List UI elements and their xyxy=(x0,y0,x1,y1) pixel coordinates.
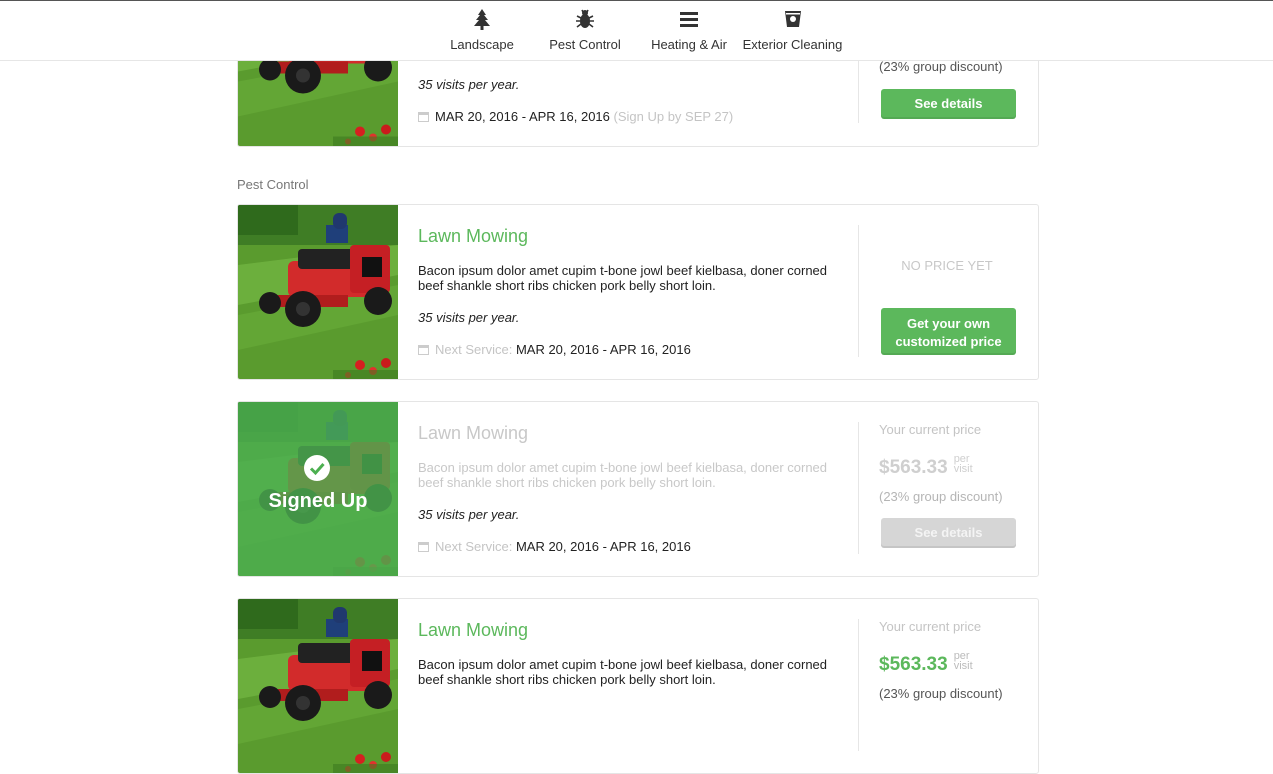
bug-icon xyxy=(548,9,622,33)
next-service: Next Service: MAR 20, 2016 - APR 16, 201… xyxy=(418,539,691,554)
get-customized-price-button[interactable]: Get your own customized price xyxy=(881,308,1016,355)
next-service-label: Next Service: xyxy=(435,539,513,554)
visits-text: 35 visits per year. xyxy=(418,77,520,92)
service-title[interactable]: Lawn Mowing xyxy=(418,423,528,444)
group-discount: (23% group discount) xyxy=(879,686,1003,701)
price-value: $563.33 xyxy=(879,654,948,675)
date-range-value: MAR 20, 2016 - APR 16, 2016 xyxy=(515,539,691,554)
nav-landscape[interactable]: Landscape xyxy=(449,9,515,52)
nav-label: Heating & Air xyxy=(651,37,727,52)
nav-heating-air[interactable]: Heating & Air xyxy=(650,9,728,52)
service-title[interactable]: Lawn Mowing xyxy=(418,226,528,247)
nav-label: Exterior Cleaning xyxy=(742,37,843,52)
visits-text: 35 visits per year. xyxy=(418,310,520,325)
calendar-icon xyxy=(418,542,429,552)
section-heading: Pest Control xyxy=(237,177,309,192)
per-visit: per visit xyxy=(953,651,973,672)
date-range-value: MAR 20, 2016 - APR 16, 2016 xyxy=(435,109,610,124)
button-line: customized price xyxy=(895,334,1002,349)
signed-up-label: Signed Up xyxy=(268,490,368,512)
group-discount: (23% group discount) xyxy=(879,489,1003,504)
divider xyxy=(858,422,859,554)
nav-exterior-cleaning[interactable]: Exterior Cleaning xyxy=(742,9,843,52)
next-service-label: Next Service: xyxy=(435,342,513,357)
service-card: Lawn Mowing Bacon ipsum dolor amet cupim… xyxy=(237,598,1039,774)
visit-text: visit xyxy=(953,660,973,672)
per-visit: per visit xyxy=(953,454,973,475)
price-amount: $563.33 per visit xyxy=(879,651,973,676)
date-range-value: MAR 20, 2016 - APR 16, 2016 xyxy=(515,342,691,357)
divider xyxy=(858,619,859,751)
service-card-signed-up: Signed Up Lawn Mowing Bacon ipsum dolor … xyxy=(237,401,1039,577)
signup-deadline: (Sign Up by SEP 27) xyxy=(613,109,734,124)
visits-text: 35 visits per year. xyxy=(418,507,520,522)
group-discount: (23% group discount) xyxy=(879,59,1003,74)
category-nav: Landscape Pest Control Heating & Air Ext… xyxy=(0,0,1273,61)
signed-up-overlay: Signed Up xyxy=(238,402,398,576)
calendar-icon xyxy=(418,112,429,122)
nav-label: Landscape xyxy=(450,37,514,52)
calendar-icon xyxy=(418,345,429,355)
bucket-icon xyxy=(742,9,843,33)
nav-pest-control[interactable]: Pest Control xyxy=(548,9,622,52)
visit-text: visit xyxy=(953,463,973,475)
tree-icon xyxy=(449,9,515,33)
price-label: Your current price xyxy=(879,422,982,437)
service-title[interactable]: Lawn Mowing xyxy=(418,620,528,641)
nav-label: Pest Control xyxy=(549,37,621,52)
service-description: Bacon ipsum dolor amet cupim t-bone jowl… xyxy=(418,460,828,490)
service-photo xyxy=(238,205,398,379)
service-photo xyxy=(238,599,398,773)
checkmark-icon xyxy=(304,455,330,481)
service-photo: Signed Up xyxy=(238,402,398,576)
divider xyxy=(858,225,859,357)
service-card: Lawn Mowing Bacon ipsum dolor amet cupim… xyxy=(237,204,1039,380)
no-price-label: NO PRICE YET xyxy=(901,258,993,273)
see-details-button[interactable]: See details xyxy=(881,518,1016,548)
bars-icon xyxy=(650,9,728,33)
price-label: Your current price xyxy=(879,619,982,634)
see-details-button[interactable]: See details xyxy=(881,89,1016,119)
service-description: Bacon ipsum dolor amet cupim t-bone jowl… xyxy=(418,263,828,293)
price-amount: $563.33 per visit xyxy=(879,454,973,479)
button-line: Get your own xyxy=(906,316,991,331)
service-description: Bacon ipsum dolor amet cupim t-bone jowl… xyxy=(418,657,828,687)
next-service: Next Service: MAR 20, 2016 - APR 16, 201… xyxy=(418,342,691,357)
price-value: $563.33 xyxy=(879,457,948,478)
date-range: MAR 20, 2016 - APR 16, 2016 (Sign Up by … xyxy=(418,109,733,124)
